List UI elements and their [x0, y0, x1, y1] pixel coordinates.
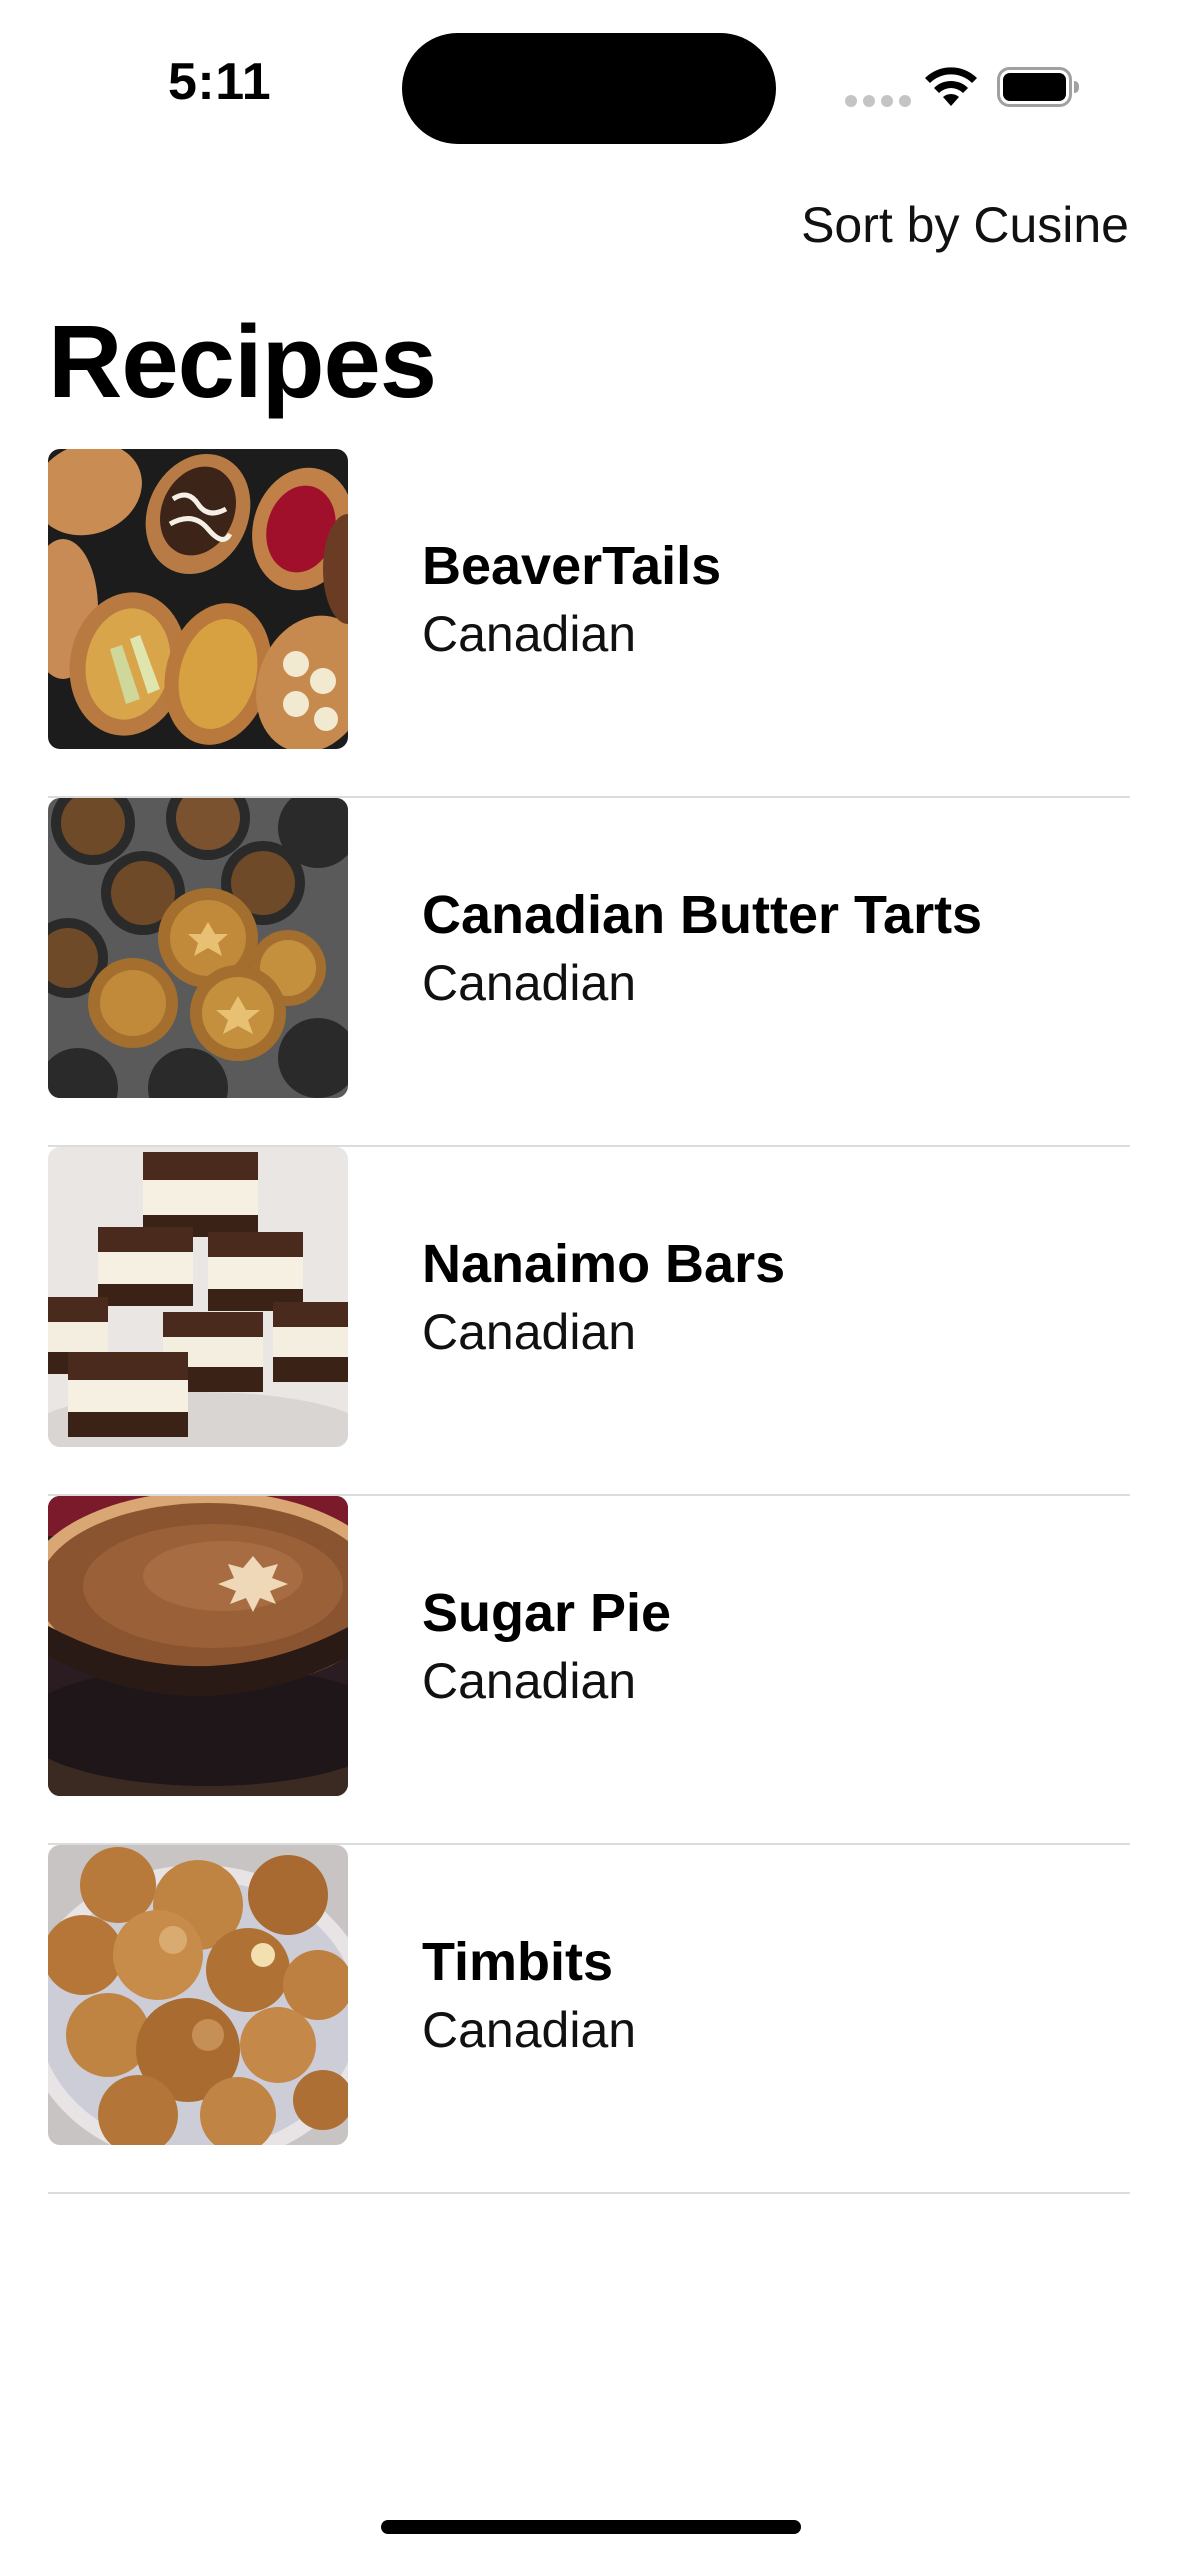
- recipe-name: Canadian Butter Tarts: [422, 885, 983, 945]
- sugar-pie-photo: [48, 1496, 348, 1796]
- recipe-row[interactable]: Canadian Butter Tarts Canadian: [48, 798, 1130, 1147]
- beavertails-photo: [48, 449, 348, 749]
- wifi-icon: [925, 67, 977, 106]
- recipe-cuisine: Canadian: [422, 1653, 637, 1709]
- sort-by-cuisine-button[interactable]: Sort by Cusine: [801, 196, 1129, 254]
- home-indicator[interactable]: [381, 2520, 801, 2534]
- recipe-row[interactable]: Nanaimo Bars Canadian: [48, 1147, 1130, 1496]
- timbits-photo: [48, 1845, 348, 2145]
- recipe-list: BeaverTails Canadian Canadian Butter Tar…: [48, 449, 1130, 2194]
- recipe-row[interactable]: Sugar Pie Canadian: [48, 1496, 1130, 1845]
- recipe-name: Sugar Pie: [422, 1583, 672, 1643]
- recipe-name: Nanaimo Bars: [422, 1234, 786, 1294]
- status-time: 5:11: [168, 53, 272, 111]
- recipe-row[interactable]: BeaverTails Canadian: [48, 449, 1130, 798]
- page-title: Recipes: [48, 304, 437, 419]
- nanaimo-bars-photo: [48, 1147, 348, 1447]
- recipe-name: BeaverTails: [422, 536, 722, 596]
- dynamic-island: [402, 33, 776, 144]
- recipe-cuisine: Canadian: [422, 2002, 637, 2058]
- cellular-signal-icon: [845, 95, 911, 107]
- recipe-cuisine: Canadian: [422, 955, 637, 1011]
- recipe-cuisine: Canadian: [422, 1304, 637, 1360]
- battery-icon: [997, 67, 1079, 107]
- recipe-name: Timbits: [422, 1932, 614, 1992]
- recipe-cuisine: Canadian: [422, 606, 637, 662]
- recipe-row[interactable]: Timbits Canadian: [48, 1845, 1130, 2194]
- butter-tarts-photo: [48, 798, 348, 1098]
